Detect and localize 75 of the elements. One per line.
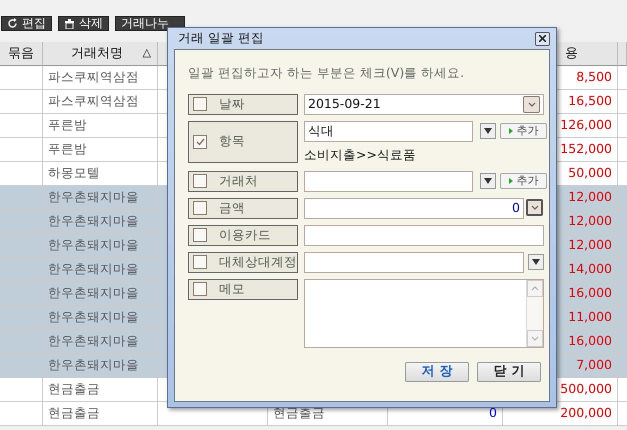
table-cell: 한우촌돼지마을: [43, 258, 158, 282]
checkbox[interactable]: [193, 228, 207, 242]
dropdown-button[interactable]: [526, 198, 543, 216]
card-field[interactable]: [304, 224, 544, 246]
table-cell: 한우촌돼지마을: [43, 186, 158, 210]
account-field[interactable]: [304, 252, 524, 272]
table-cell: 한우촌돼지마을: [43, 354, 158, 378]
table-cell: [0, 186, 43, 210]
table-cell: [618, 186, 627, 210]
combo-field[interactable]: 식대: [304, 120, 473, 142]
edit-button[interactable]: 편집: [1, 16, 52, 31]
table-cell: [0, 66, 43, 90]
table-cell: [0, 402, 43, 426]
dialog-title: 거래 일괄 편집: [178, 29, 264, 48]
split-button[interactable]: 거래나누: [115, 16, 185, 31]
dropdown-button[interactable]: [528, 254, 544, 270]
field-label: 이용카드: [188, 224, 298, 246]
checkbox[interactable]: [193, 282, 207, 296]
add-button[interactable]: 추가: [500, 123, 547, 140]
dropdown-button[interactable]: [480, 173, 496, 189]
date-field[interactable]: 2015-09-21: [304, 94, 544, 115]
field-label: 메모: [188, 278, 298, 300]
table-cell: 푸른밤: [43, 138, 158, 162]
field-label: 날짜: [188, 94, 298, 115]
column-header[interactable]: 묶음: [0, 42, 43, 66]
field-label: 대체상대계정: [188, 252, 298, 272]
sort-indicator: △: [142, 45, 151, 62]
dropdown-button[interactable]: [480, 123, 496, 140]
table-cell: 현금출금: [43, 378, 158, 402]
checkbox[interactable]: [193, 174, 207, 188]
trash-icon: [64, 18, 75, 29]
check-icon: [196, 138, 204, 146]
table-cell: 한우촌돼지마을: [43, 306, 158, 330]
memo-field[interactable]: [304, 278, 544, 348]
table-cell: [0, 378, 43, 402]
table-cell: 파스쿠찌역삼점: [43, 90, 158, 114]
arrow-right-icon: [508, 178, 512, 184]
checkbox[interactable]: [193, 255, 207, 269]
triangle-down-icon: [484, 128, 492, 134]
refresh-icon: [7, 18, 18, 29]
close-icon: [539, 35, 546, 42]
instruction-text: 일괄 편집하고자 하는 부분은 체크(V)를 하세요.: [188, 64, 466, 82]
triangle-down-icon: [484, 178, 492, 184]
scrollbar[interactable]: [526, 280, 543, 346]
combo-field[interactable]: [304, 170, 473, 192]
table-cell: 파스쿠찌역삼점: [43, 66, 158, 90]
table-cell: [0, 90, 43, 114]
checkbox[interactable]: [193, 201, 207, 215]
close-button[interactable]: [535, 32, 550, 46]
column-header[interactable]: [618, 42, 627, 66]
table-cell: 푸른밤: [43, 114, 158, 138]
category-path: 소비지출>>식료품: [304, 146, 417, 164]
table-cell: 한우촌돼지마을: [43, 330, 158, 354]
dropdown-button[interactable]: [523, 96, 540, 113]
table-cell: 현금출금: [43, 402, 158, 426]
table-cell: [618, 354, 627, 378]
add-button[interactable]: 추가: [500, 173, 547, 189]
table-cell: 한우촌돼지마을: [43, 210, 158, 234]
table-cell: 한우촌돼지마을: [43, 282, 158, 306]
checkbox[interactable]: [193, 134, 207, 149]
table-cell: 한우촌돼지마을: [43, 234, 158, 258]
amount-field[interactable]: 0: [304, 198, 524, 218]
field-label: 항목: [188, 120, 298, 163]
field-label: 거래처: [188, 170, 298, 192]
table-cell: [0, 138, 43, 162]
save-button[interactable]: 저 장: [405, 362, 469, 382]
table-cell: [0, 354, 43, 378]
triangle-down-icon: [532, 259, 540, 265]
table-cell: [0, 114, 43, 138]
arrow-right-icon: [508, 128, 512, 134]
close-button[interactable]: 닫 기: [477, 362, 541, 382]
column-header[interactable]: 거래처명 △: [43, 42, 158, 66]
field-label: 금액: [188, 198, 298, 218]
checkbox[interactable]: [193, 97, 207, 112]
delete-button[interactable]: 삭제: [58, 16, 109, 31]
